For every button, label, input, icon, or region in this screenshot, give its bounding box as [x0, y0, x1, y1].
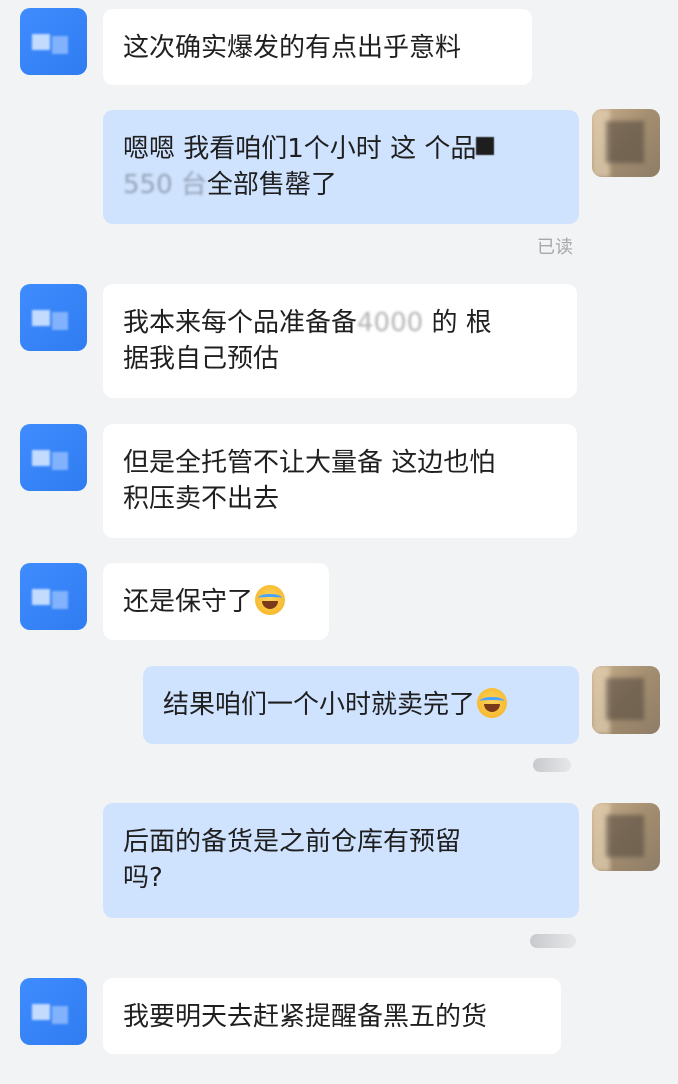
contact-avatar[interactable]	[20, 978, 87, 1045]
message-text: 据我自己预估	[123, 344, 280, 374]
message-bubble[interactable]: 我要明天去赶紧提醒备黑五的货	[103, 978, 561, 1054]
message-text: 后面的备货是之前仓库有预留	[123, 827, 462, 857]
laugh-cry-emoji-icon	[255, 585, 286, 615]
avatar-blur	[52, 312, 68, 330]
message-bubble[interactable]: 但是全托管不让大量备 这边也怕 积压卖不出去	[103, 424, 577, 538]
message-bubble[interactable]: 嗯嗯 我看咱们1个小时 这 个品 550 台全部售罄了	[103, 110, 579, 224]
message-text-part: 的 根	[431, 308, 492, 338]
message-bubble[interactable]: 结果咱们一个小时就卖完了	[143, 666, 579, 744]
message-text: 这次确实爆发的有点出乎意料	[123, 33, 462, 63]
laugh-cry-emoji-icon	[477, 688, 508, 718]
my-avatar[interactable]	[592, 803, 660, 871]
avatar-blur	[52, 591, 68, 609]
avatar-blur	[32, 1004, 50, 1020]
read-status: 已读	[537, 237, 573, 258]
avatar-blur	[52, 452, 68, 470]
message-text: 嗯嗯 我看咱们1个小时 这 个品	[123, 131, 559, 167]
contact-avatar[interactable]	[20, 563, 87, 630]
contact-avatar[interactable]	[20, 284, 87, 351]
message-text: 结果咱们一个小时就卖完了	[163, 687, 559, 723]
message-text: 我要明天去赶紧提醒备黑五的货	[123, 1002, 488, 1032]
avatar-blur	[32, 34, 50, 50]
message-text-part: 还是保守了	[123, 587, 254, 617]
avatar-blur	[32, 450, 50, 466]
read-status-icon	[530, 934, 576, 948]
message-text-part: 全部售罄了	[206, 170, 337, 200]
avatar-blur	[52, 1006, 68, 1024]
contact-avatar[interactable]	[20, 8, 87, 75]
blurred-text: 4000	[357, 308, 424, 338]
message-text: 还是保守了	[123, 584, 309, 620]
message-text: 吗?	[123, 863, 163, 893]
message-bubble[interactable]: 这次确实爆发的有点出乎意料	[103, 9, 532, 85]
avatar-blur	[606, 121, 644, 163]
avatar-blur	[32, 589, 50, 605]
chat-window: 这次确实爆发的有点出乎意料 嗯嗯 我看咱们1个小时 这 个品 550 台全部售罄…	[0, 0, 678, 1084]
avatar-blur	[606, 678, 644, 720]
my-avatar[interactable]	[592, 109, 660, 177]
message-text-part: 我本来每个品准备备	[123, 308, 358, 338]
message-bubble[interactable]: 我本来每个品准备备4000 的 根 据我自己预估	[103, 284, 577, 398]
avatar-blur	[606, 815, 644, 857]
my-avatar[interactable]	[592, 666, 660, 734]
message-text-part: 结果咱们一个小时就卖完了	[163, 690, 476, 720]
message-text: 积压卖不出去	[123, 484, 280, 514]
avatar-blur	[52, 36, 68, 54]
contact-avatar[interactable]	[20, 424, 87, 491]
read-status-icon	[533, 758, 571, 772]
message-text: 550 台全部售罄了	[123, 167, 559, 203]
redaction-mark	[476, 137, 495, 155]
avatar-blur	[32, 310, 50, 326]
message-text: 但是全托管不让大量备 这边也怕	[123, 448, 496, 478]
message-bubble[interactable]: 还是保守了	[103, 563, 329, 640]
message-bubble[interactable]: 后面的备货是之前仓库有预留 吗?	[103, 803, 579, 918]
message-text: 我本来每个品准备备4000 的 根	[123, 305, 557, 341]
message-text-part: 嗯嗯 我看咱们1个小时 这 个品	[123, 134, 477, 164]
blurred-text: 550 台	[123, 170, 207, 200]
